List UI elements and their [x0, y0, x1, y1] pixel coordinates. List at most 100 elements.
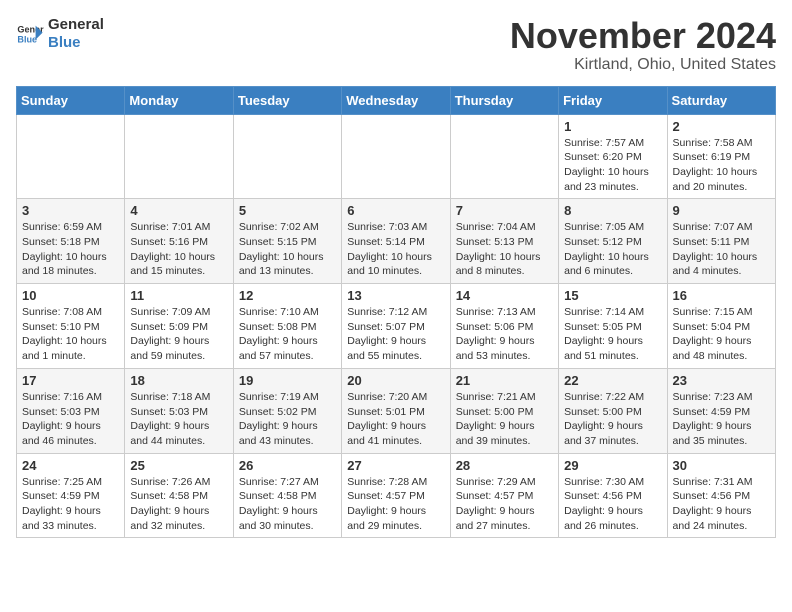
- calendar-cell: [342, 114, 450, 199]
- day-number: 2: [673, 119, 770, 134]
- calendar-cell: 1Sunrise: 7:57 AM Sunset: 6:20 PM Daylig…: [559, 114, 667, 199]
- day-detail: Sunrise: 7:13 AM Sunset: 5:06 PM Dayligh…: [456, 305, 553, 364]
- calendar-cell: [233, 114, 341, 199]
- day-detail: Sunrise: 7:07 AM Sunset: 5:11 PM Dayligh…: [673, 220, 770, 279]
- month-title: November 2024: [510, 16, 776, 56]
- day-detail: Sunrise: 7:29 AM Sunset: 4:57 PM Dayligh…: [456, 475, 553, 534]
- day-number: 7: [456, 203, 553, 218]
- calendar-cell: 24 Sunrise: 7:25 AM Sunset: 4:59 PM Dayli…: [17, 453, 125, 538]
- calendar-cell: 9 Sunrise: 7:07 AM Sunset: 5:11 PM Daylig…: [667, 199, 775, 284]
- day-detail: Sunrise: 7:15 AM Sunset: 5:04 PM Dayligh…: [673, 305, 770, 364]
- day-header-tuesday: Tuesday: [233, 86, 341, 114]
- calendar-cell: 16Sunrise: 7:15 AM Sunset: 5:04 PM Dayli…: [667, 284, 775, 369]
- calendar-cell: 4 Sunrise: 7:01 AM Sunset: 5:16 PM Daylig…: [125, 199, 233, 284]
- day-number: 24: [22, 458, 119, 473]
- logo-blue-text: Blue: [48, 34, 104, 52]
- day-number: 22: [564, 373, 661, 388]
- day-detail: Sunrise: 7:25 AM Sunset: 4:59 PM Dayligh…: [22, 475, 119, 534]
- calendar-week-row: 10Sunrise: 7:08 AM Sunset: 5:10 PM Dayli…: [17, 284, 776, 369]
- day-detail: Sunrise: 7:02 AM Sunset: 5:15 PM Dayligh…: [239, 220, 336, 279]
- logo-icon: General Blue: [16, 20, 44, 48]
- day-header-sunday: Sunday: [17, 86, 125, 114]
- day-header-saturday: Saturday: [667, 86, 775, 114]
- day-detail: Sunrise: 7:16 AM Sunset: 5:03 PM Dayligh…: [22, 390, 119, 449]
- calendar-cell: [17, 114, 125, 199]
- calendar-cell: 21Sunrise: 7:21 AM Sunset: 5:00 PM Dayli…: [450, 368, 558, 453]
- svg-text:Blue: Blue: [17, 34, 37, 44]
- calendar-cell: [450, 114, 558, 199]
- day-detail: Sunrise: 7:04 AM Sunset: 5:13 PM Dayligh…: [456, 220, 553, 279]
- day-detail: Sunrise: 7:20 AM Sunset: 5:01 PM Dayligh…: [347, 390, 444, 449]
- day-number: 13: [347, 288, 444, 303]
- calendar-cell: 11 Sunrise: 7:09 AM Sunset: 5:09 PM Dayli…: [125, 284, 233, 369]
- day-detail: Sunrise: 7:28 AM Sunset: 4:57 PM Dayligh…: [347, 475, 444, 534]
- calendar-cell: 2 Sunrise: 7:58 AM Sunset: 6:19 PM Daylig…: [667, 114, 775, 199]
- day-header-thursday: Thursday: [450, 86, 558, 114]
- day-number: 14: [456, 288, 553, 303]
- day-header-friday: Friday: [559, 86, 667, 114]
- calendar-week-row: 1Sunrise: 7:57 AM Sunset: 6:20 PM Daylig…: [17, 114, 776, 199]
- logo: General Blue General Blue: [16, 16, 104, 52]
- calendar-cell: 29 Sunrise: 7:30 AM Sunset: 4:56 PM Dayli…: [559, 453, 667, 538]
- calendar-cell: 6 Sunrise: 7:03 AM Sunset: 5:14 PM Daylig…: [342, 199, 450, 284]
- day-detail: Sunrise: 7:58 AM Sunset: 6:19 PM Dayligh…: [673, 136, 770, 195]
- day-number: 15: [564, 288, 661, 303]
- day-number: 23: [673, 373, 770, 388]
- calendar-cell: 18Sunrise: 7:18 AM Sunset: 5:03 PM Dayli…: [125, 368, 233, 453]
- calendar-week-row: 17 Sunrise: 7:16 AM Sunset: 5:03 PM Dayli…: [17, 368, 776, 453]
- day-detail: Sunrise: 7:05 AM Sunset: 5:12 PM Dayligh…: [564, 220, 661, 279]
- location-text: Kirtland, Ohio, United States: [510, 56, 776, 74]
- calendar-cell: 3 Sunrise: 6:59 AM Sunset: 5:18 PM Daylig…: [17, 199, 125, 284]
- calendar-cell: 7 Sunrise: 7:04 AM Sunset: 5:13 PM Daylig…: [450, 199, 558, 284]
- day-detail: Sunrise: 7:22 AM Sunset: 5:00 PM Dayligh…: [564, 390, 661, 449]
- calendar-week-row: 24 Sunrise: 7:25 AM Sunset: 4:59 PM Dayli…: [17, 453, 776, 538]
- day-number: 29: [564, 458, 661, 473]
- day-header-monday: Monday: [125, 86, 233, 114]
- day-detail: Sunrise: 7:57 AM Sunset: 6:20 PM Dayligh…: [564, 136, 661, 195]
- day-number: 4: [130, 203, 227, 218]
- day-detail: Sunrise: 7:30 AM Sunset: 4:56 PM Dayligh…: [564, 475, 661, 534]
- calendar-cell: 25 Sunrise: 7:26 AM Sunset: 4:58 PM Dayli…: [125, 453, 233, 538]
- calendar-cell: 5 Sunrise: 7:02 AM Sunset: 5:15 PM Daylig…: [233, 199, 341, 284]
- day-number: 3: [22, 203, 119, 218]
- calendar-cell: 14 Sunrise: 7:13 AM Sunset: 5:06 PM Dayli…: [450, 284, 558, 369]
- day-number: 25: [130, 458, 227, 473]
- calendar-cell: 28Sunrise: 7:29 AM Sunset: 4:57 PM Dayli…: [450, 453, 558, 538]
- day-number: 6: [347, 203, 444, 218]
- day-detail: Sunrise: 7:09 AM Sunset: 5:09 PM Dayligh…: [130, 305, 227, 364]
- day-detail: Sunrise: 7:27 AM Sunset: 4:58 PM Dayligh…: [239, 475, 336, 534]
- day-number: 11: [130, 288, 227, 303]
- day-number: 8: [564, 203, 661, 218]
- calendar-cell: [125, 114, 233, 199]
- day-detail: Sunrise: 7:12 AM Sunset: 5:07 PM Dayligh…: [347, 305, 444, 364]
- calendar-cell: 23 Sunrise: 7:23 AM Sunset: 4:59 PM Dayli…: [667, 368, 775, 453]
- day-detail: Sunrise: 7:03 AM Sunset: 5:14 PM Dayligh…: [347, 220, 444, 279]
- calendar-cell: 19Sunrise: 7:19 AM Sunset: 5:02 PM Dayli…: [233, 368, 341, 453]
- day-detail: Sunrise: 6:59 AM Sunset: 5:18 PM Dayligh…: [22, 220, 119, 279]
- calendar-cell: 22 Sunrise: 7:22 AM Sunset: 5:00 PM Dayli…: [559, 368, 667, 453]
- day-number: 19: [239, 373, 336, 388]
- day-number: 9: [673, 203, 770, 218]
- calendar-cell: 30Sunrise: 7:31 AM Sunset: 4:56 PM Dayli…: [667, 453, 775, 538]
- calendar-cell: 17 Sunrise: 7:16 AM Sunset: 5:03 PM Dayli…: [17, 368, 125, 453]
- day-detail: Sunrise: 7:23 AM Sunset: 4:59 PM Dayligh…: [673, 390, 770, 449]
- day-number: 17: [22, 373, 119, 388]
- title-area: November 2024 Kirtland, Ohio, United Sta…: [510, 16, 776, 74]
- page-header: General Blue General Blue November 2024 …: [16, 16, 776, 74]
- day-number: 5: [239, 203, 336, 218]
- day-number: 26: [239, 458, 336, 473]
- calendar-cell: 8 Sunrise: 7:05 AM Sunset: 5:12 PM Daylig…: [559, 199, 667, 284]
- day-detail: Sunrise: 7:10 AM Sunset: 5:08 PM Dayligh…: [239, 305, 336, 364]
- day-detail: Sunrise: 7:01 AM Sunset: 5:16 PM Dayligh…: [130, 220, 227, 279]
- calendar-cell: 15Sunrise: 7:14 AM Sunset: 5:05 PM Dayli…: [559, 284, 667, 369]
- calendar-header-row: SundayMondayTuesdayWednesdayThursdayFrid…: [17, 86, 776, 114]
- calendar-cell: 13 Sunrise: 7:12 AM Sunset: 5:07 PM Dayli…: [342, 284, 450, 369]
- day-detail: Sunrise: 7:26 AM Sunset: 4:58 PM Dayligh…: [130, 475, 227, 534]
- calendar-cell: 27Sunrise: 7:28 AM Sunset: 4:57 PM Dayli…: [342, 453, 450, 538]
- day-detail: Sunrise: 7:31 AM Sunset: 4:56 PM Dayligh…: [673, 475, 770, 534]
- calendar-cell: 20Sunrise: 7:20 AM Sunset: 5:01 PM Dayli…: [342, 368, 450, 453]
- logo-general-text: General: [48, 16, 104, 34]
- calendar-cell: 26 Sunrise: 7:27 AM Sunset: 4:58 PM Dayli…: [233, 453, 341, 538]
- day-number: 10: [22, 288, 119, 303]
- day-number: 18: [130, 373, 227, 388]
